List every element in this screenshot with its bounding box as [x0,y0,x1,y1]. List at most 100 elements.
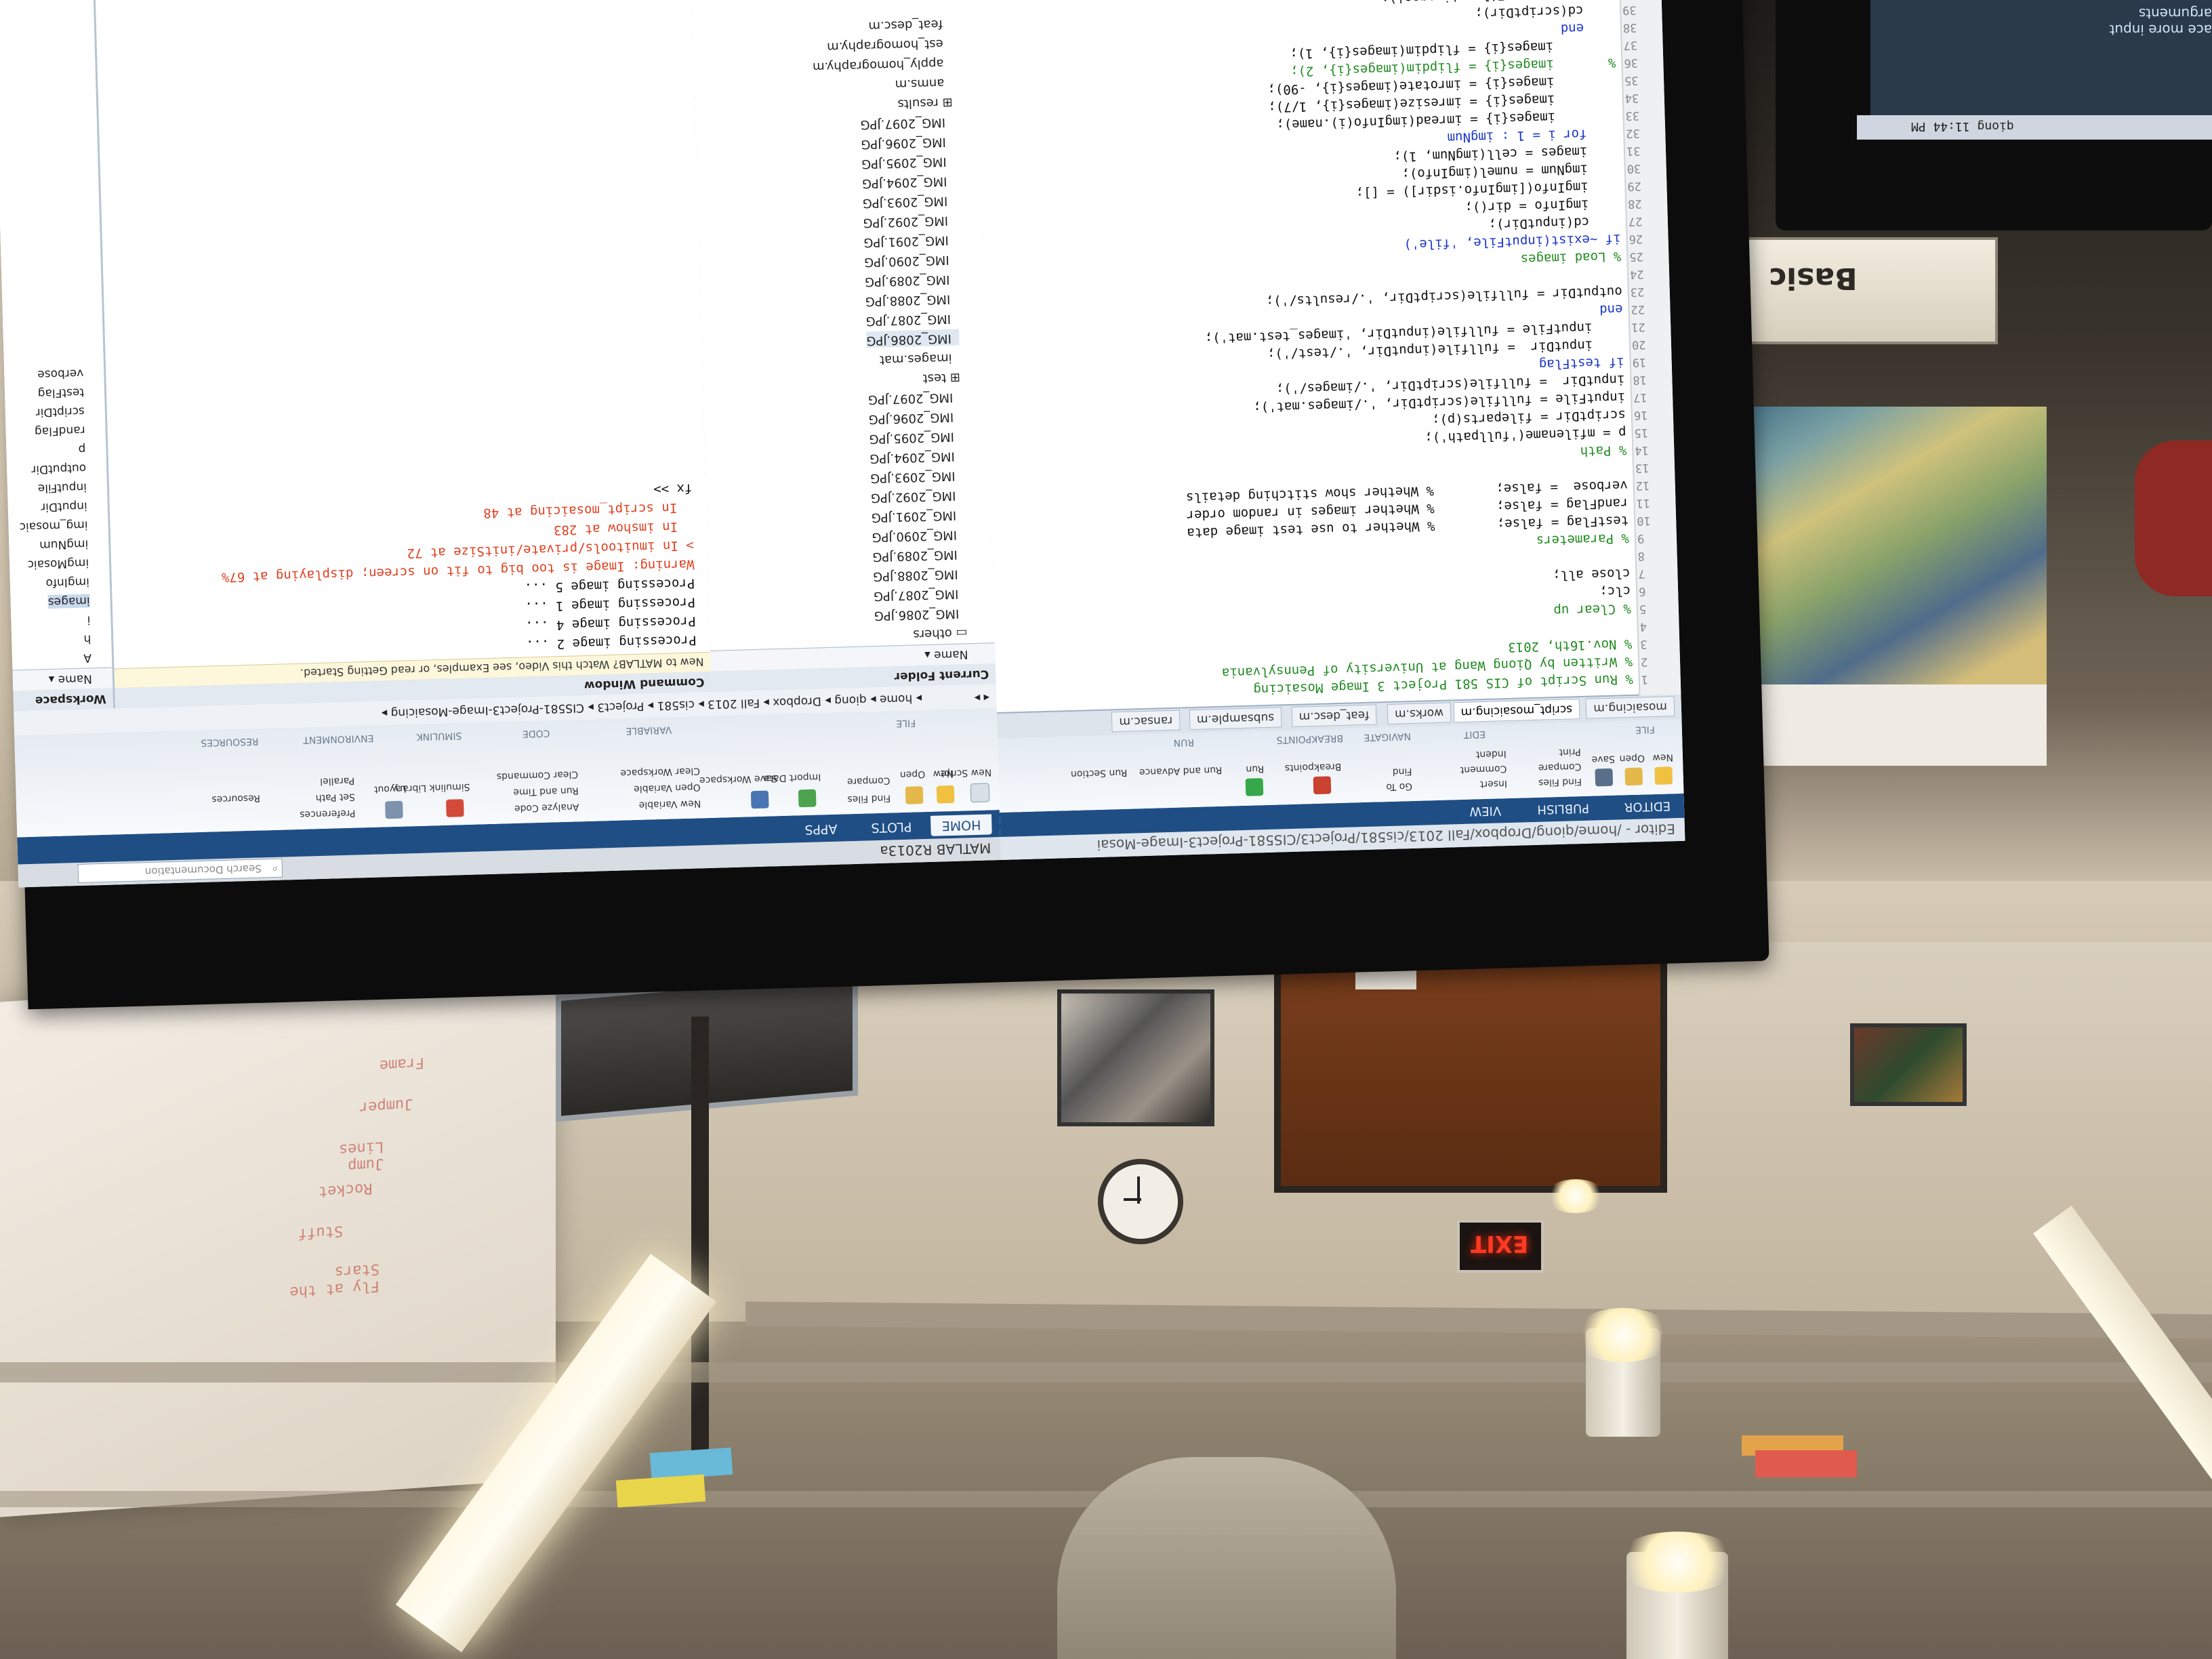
code-line[interactable]: % Path [1580,440,1626,459]
comment-button[interactable]: Comment [1460,763,1507,775]
name-column-header[interactable]: Name ▴ [924,647,968,662]
file-list-item[interactable]: IMG_2089.JPG [865,270,958,289]
compare-button[interactable]: Compare [847,775,890,787]
file-list-item[interactable]: IMG_2088.JPG [865,289,958,308]
run-icon[interactable] [1245,778,1264,796]
resources-button[interactable]: Resources [211,792,260,804]
file-list-item[interactable]: IMG_2094.JPG [862,172,955,190]
tab-editor[interactable]: EDITOR [1624,798,1671,814]
file-list-item[interactable]: images.mat [880,348,960,367]
save-button[interactable]: Save [1591,754,1615,765]
file-list-item[interactable]: IMG_2093.JPG [862,191,955,210]
code-line[interactable]: % Parameters [1536,528,1629,548]
new-file-icon[interactable] [1654,766,1673,785]
save-icon[interactable] [1595,768,1614,787]
workspace-variable[interactable]: verbose [37,367,84,382]
file-list-item[interactable]: IMG_2087.JPG [865,309,958,328]
open-button[interactable]: Open [900,769,926,780]
file-list-item[interactable]: IMG_2088.JPG [873,565,966,583]
workspace-variable[interactable]: imgNum [39,537,89,552]
open-folder-icon[interactable] [905,786,924,804]
workspace-variable[interactable]: h [83,632,91,645]
workspace-variable[interactable]: inputDir [41,499,87,514]
file-list-item[interactable]: IMG_2094.JPG [869,447,962,466]
workspace-variable[interactable]: outputDir [31,461,86,476]
insert-button[interactable]: Insert [1480,778,1508,790]
search-documentation-input[interactable]: Search Documentation ⌕ [77,858,283,884]
file-list-item[interactable]: ⊞ test [922,368,960,386]
file-list-item[interactable]: IMG_2095.JPG [861,152,954,171]
code-line[interactable]: close all; [1553,563,1631,583]
workspace-column[interactable]: Name ▴ [10,667,113,691]
code-line[interactable]: outputDir = fullfile(scriptDir, './resul… [1265,281,1622,309]
clear-commands-button[interactable]: Clear Commands [497,769,579,781]
file-list-item[interactable]: IMG_2091.JPG [863,230,956,249]
code-line[interactable] [1629,546,1630,563]
save-workspace-button[interactable]: Save Workspace [699,773,778,785]
find-button[interactable]: Find [1393,766,1412,777]
doc-tab-active[interactable]: script_mosaicing.m [1453,699,1580,723]
file-list-item[interactable]: IMG_2096.JPG [868,407,961,426]
file-list-item[interactable]: IMG_2092.JPG [863,211,956,230]
file-list-item[interactable]: apply_homography.m [813,54,952,74]
file-list-item[interactable]: ⊞ results [897,94,953,111]
open-folder-icon[interactable] [1624,767,1643,786]
doc-tab[interactable]: works.m [1387,702,1452,724]
workspace-variable[interactable]: imgMosaic [27,556,89,571]
file-list-item[interactable]: anms.m [895,74,952,91]
workspace-variable[interactable]: A [83,651,91,664]
simulink-icon[interactable] [446,799,464,817]
code-line[interactable]: % Nov.16th, 2013 [1508,634,1633,655]
new-script-icon[interactable] [970,783,990,803]
doc-tab[interactable]: feat_desc.m [1291,704,1377,727]
workspace-variable[interactable]: img_mosaic [19,518,87,533]
file-list-item[interactable]: IMG_2086.JPG [866,329,960,348]
tab-view[interactable]: VIEW [1469,803,1501,818]
go-to-button[interactable]: Go To [1386,781,1412,792]
file-list-item[interactable]: est_homography.m [827,35,951,54]
open-variable-button[interactable]: Open Variable [634,781,701,794]
file-list-item[interactable]: IMG_2096.JPG [861,133,954,151]
preferences-button[interactable]: Preferences [300,808,356,820]
new-variable-button[interactable]: New Variable [638,798,701,811]
code-line[interactable]: if testFlag [1538,352,1624,372]
open-button[interactable]: Open [1619,752,1645,764]
find-files-button[interactable]: Find Files [847,792,890,804]
code-line[interactable] [1627,457,1628,475]
command-window[interactable]: Command Window New to MATLAB? Watch this… [94,0,712,709]
file-list-item[interactable]: IMG_2095.JPG [869,427,962,446]
code-line[interactable]: cd(inputDir); [1488,211,1620,232]
doc-tab[interactable]: mosaicing.m [1585,696,1675,719]
breakpoint-icon[interactable] [1313,776,1332,795]
code-line[interactable]: % Clear up [1553,598,1631,618]
file-list-item[interactable]: IMG_2087.JPG [874,584,966,603]
clear-workspace-button[interactable]: Clear Workspace [620,765,700,778]
parallel-button[interactable]: Parallel [320,775,354,787]
file-list-item[interactable]: IMG_2097.JPG [860,113,953,131]
ws-name-column-header[interactable]: Name ▴ [49,672,93,687]
code-line[interactable]: clc; [1599,581,1631,599]
workspace-variable[interactable]: i [87,613,90,626]
new-button[interactable]: New [1652,752,1673,763]
workspace-variable[interactable]: p [78,442,85,455]
save-workspace-icon[interactable] [750,790,769,809]
run-section-button[interactable]: Run Section [1071,767,1128,779]
run-button[interactable]: Run [1246,763,1264,775]
file-list-item[interactable]: IMG_2089.JPG [872,545,965,564]
run-and-time-button[interactable]: Run and Time [513,785,579,798]
new-icon[interactable] [936,785,955,804]
file-list-item[interactable]: IMG_2090.JPG [864,250,957,269]
print-button[interactable]: Print [1559,746,1581,758]
doc-tab[interactable]: ransac.m [1111,710,1181,733]
workspace-variable[interactable]: images [47,594,90,609]
code-editor[interactable]: % Run Script of CIS 581 Project 3 Image … [983,0,1651,704]
layout-button[interactable]: Layout [374,783,407,794]
file-list-item[interactable]: IMG_2092.JPG [871,486,964,505]
file-list-item[interactable]: feat_desc.m [868,15,951,33]
tab-apps[interactable]: APPS [804,821,838,837]
code-line[interactable] [1631,616,1632,634]
code-line[interactable]: end [1599,299,1623,317]
file-list-item[interactable]: IMG_2090.JPG [872,525,964,544]
compare-button[interactable]: Compare [1538,761,1582,773]
doc-tab[interactable]: subsample.m [1189,707,1282,731]
